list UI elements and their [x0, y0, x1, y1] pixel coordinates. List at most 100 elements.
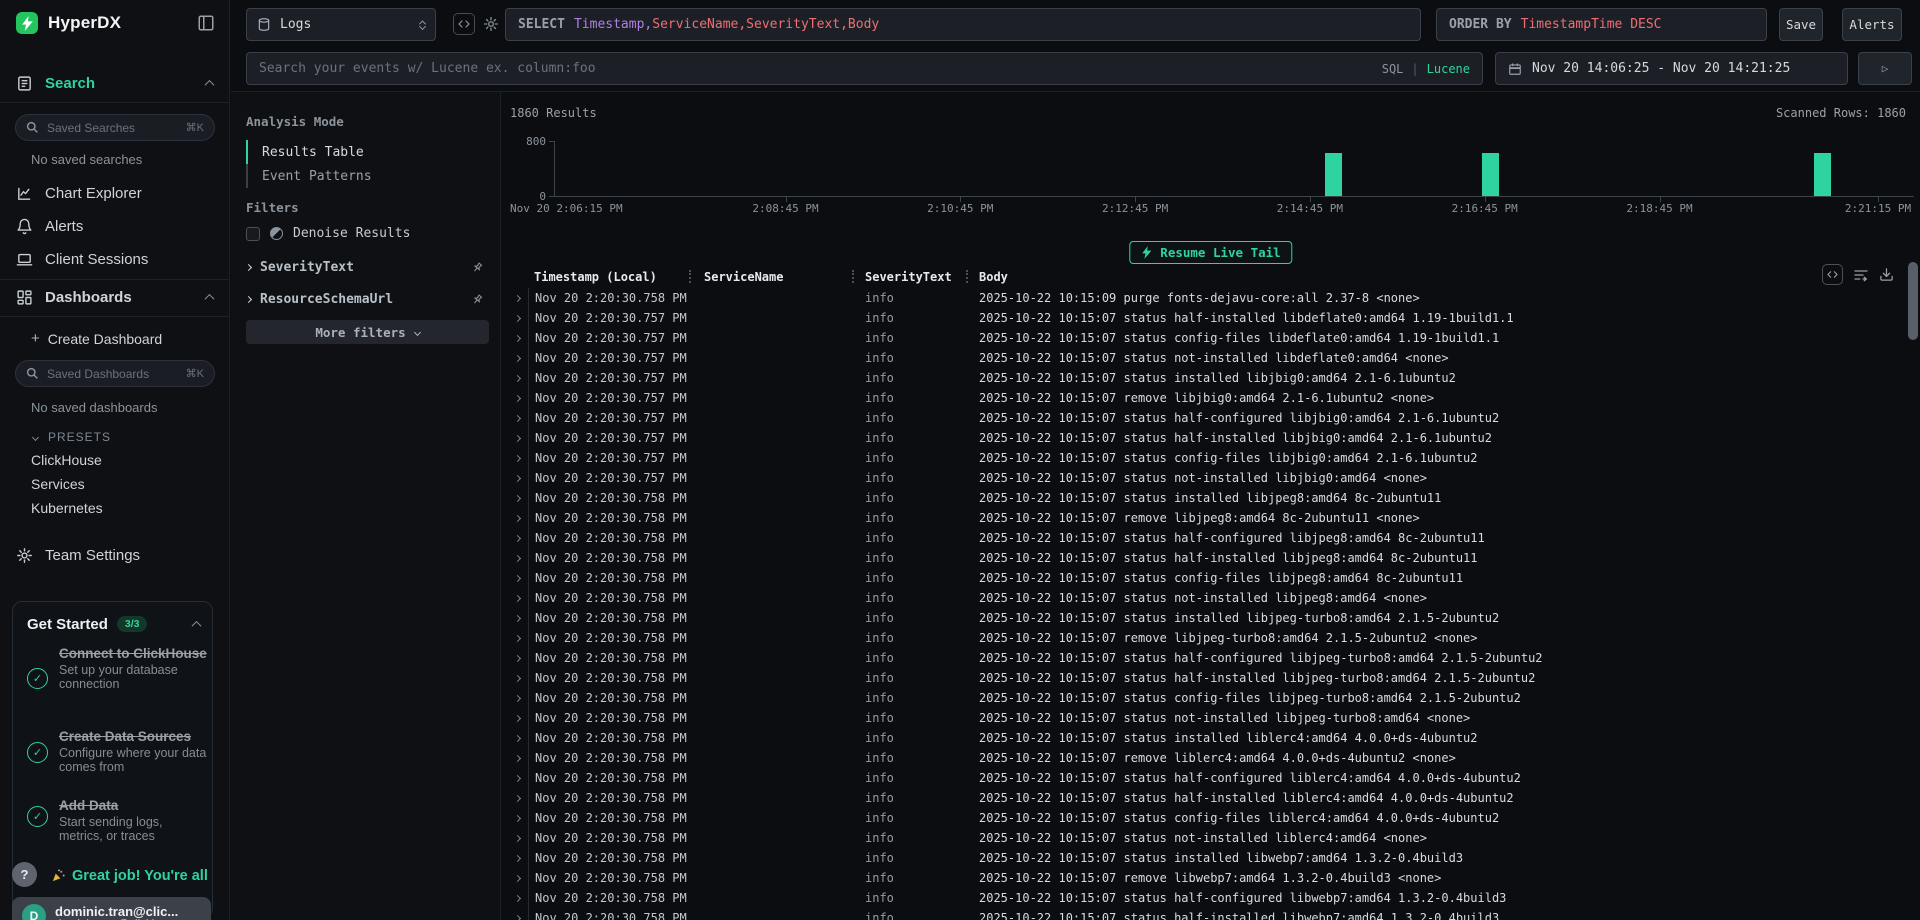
sidebar-item-client-sessions[interactable]: Client Sessions: [0, 246, 229, 272]
preset-item[interactable]: Services: [0, 472, 229, 496]
sql-toggle[interactable]: SQL: [1382, 62, 1404, 76]
table-row[interactable]: Nov 20 2:20:30.757 PMinfo2025-10-22 10:1…: [506, 468, 1920, 488]
table-row[interactable]: Nov 20 2:20:30.758 PMinfo2025-10-22 10:1…: [506, 768, 1920, 788]
order-by-input[interactable]: ORDER BY TimestampTime DESC: [1436, 8, 1767, 41]
denoise-checkbox[interactable]: [246, 227, 260, 241]
expand-row-icon[interactable]: [506, 656, 528, 661]
pin-icon[interactable]: [471, 293, 484, 306]
expand-row-icon[interactable]: [506, 316, 528, 321]
saved-dashboards-input[interactable]: Saved Dashboards ⌘K: [15, 360, 215, 387]
table-row[interactable]: Nov 20 2:20:30.758 PMinfo2025-10-22 10:1…: [506, 568, 1920, 588]
pin-icon[interactable]: [471, 261, 484, 274]
table-row[interactable]: Nov 20 2:20:30.758 PMinfo2025-10-22 10:1…: [506, 788, 1920, 808]
column-header-severitytext[interactable]: SeverityText: [854, 266, 968, 287]
sidebar-item-alerts[interactable]: Alerts: [0, 213, 229, 239]
chevron-up-icon[interactable]: [206, 288, 213, 306]
expand-row-icon[interactable]: [506, 496, 528, 501]
table-row[interactable]: Nov 20 2:20:30.757 PMinfo2025-10-22 10:1…: [506, 388, 1920, 408]
expand-row-icon[interactable]: [506, 516, 528, 521]
source-select[interactable]: Logs: [246, 8, 436, 41]
query-settings-icon[interactable]: [483, 16, 499, 32]
table-row[interactable]: Nov 20 2:20:30.758 PMinfo2025-10-22 10:1…: [506, 528, 1920, 548]
expand-row-icon[interactable]: [506, 456, 528, 461]
expand-row-icon[interactable]: [506, 536, 528, 541]
expand-row-icon[interactable]: [506, 356, 528, 361]
table-row[interactable]: Nov 20 2:20:30.757 PMinfo2025-10-22 10:1…: [506, 308, 1920, 328]
table-row[interactable]: Nov 20 2:20:30.758 PMinfo2025-10-22 10:1…: [506, 908, 1920, 920]
expand-row-icon[interactable]: [506, 696, 528, 701]
preset-item[interactable]: Kubernetes: [0, 496, 229, 520]
help-button[interactable]: ?: [12, 862, 37, 887]
select-clause-input[interactable]: SELECTTimestamp,ServiceName,SeverityText…: [505, 8, 1421, 41]
table-row[interactable]: Nov 20 2:20:30.758 PMinfo2025-10-22 10:1…: [506, 488, 1920, 508]
sidebar-item-chart-explorer[interactable]: Chart Explorer: [0, 180, 229, 206]
expand-row-icon[interactable]: [506, 896, 528, 901]
presets-toggle[interactable]: PRESETS: [33, 430, 111, 444]
expand-row-icon[interactable]: [506, 336, 528, 341]
expand-row-icon[interactable]: [506, 856, 528, 861]
alerts-button[interactable]: Alerts: [1842, 8, 1902, 41]
table-row[interactable]: Nov 20 2:20:30.757 PMinfo2025-10-22 10:1…: [506, 408, 1920, 428]
table-row[interactable]: Nov 20 2:20:30.757 PMinfo2025-10-22 10:1…: [506, 448, 1920, 468]
vertical-scrollbar[interactable]: [1908, 262, 1918, 340]
histogram-bar[interactable]: [1325, 153, 1342, 196]
expand-row-icon[interactable]: [506, 396, 528, 401]
filter-group-severitytext[interactable]: SeverityText: [246, 254, 484, 280]
table-row[interactable]: Nov 20 2:20:30.757 PMinfo2025-10-22 10:1…: [506, 368, 1920, 388]
table-row[interactable]: Nov 20 2:20:30.758 PMinfo2025-10-22 10:1…: [506, 688, 1920, 708]
table-row[interactable]: Nov 20 2:20:30.758 PMinfo2025-10-22 10:1…: [506, 748, 1920, 768]
expand-row-icon[interactable]: [506, 436, 528, 441]
table-row[interactable]: Nov 20 2:20:30.758 PMinfo2025-10-22 10:1…: [506, 508, 1920, 528]
table-row[interactable]: Nov 20 2:20:30.758 PMinfo2025-10-22 10:1…: [506, 628, 1920, 648]
table-row[interactable]: Nov 20 2:20:30.757 PMinfo2025-10-22 10:1…: [506, 348, 1920, 368]
expand-row-icon[interactable]: [506, 916, 528, 920]
user-menu[interactable]: D dominic.tran@clic... dominic.tran@clic…: [12, 897, 211, 920]
preset-item[interactable]: ClickHouse: [0, 448, 229, 472]
table-row[interactable]: Nov 20 2:20:30.758 PMinfo2025-10-22 10:1…: [506, 288, 1920, 308]
expand-row-icon[interactable]: [506, 476, 528, 481]
table-row[interactable]: Nov 20 2:20:30.758 PMinfo2025-10-22 10:1…: [506, 548, 1920, 568]
save-button[interactable]: Save: [1779, 8, 1823, 41]
filter-group-resourceschemaurl[interactable]: ResourceSchemaUrl: [246, 286, 484, 312]
expand-row-icon[interactable]: [506, 876, 528, 881]
lucene-toggle[interactable]: Lucene: [1427, 62, 1470, 76]
table-row[interactable]: Nov 20 2:20:30.757 PMinfo2025-10-22 10:1…: [506, 428, 1920, 448]
histogram-bar[interactable]: [1814, 153, 1831, 196]
expand-row-icon[interactable]: [506, 816, 528, 821]
analysis-mode-results-table[interactable]: Results Table: [246, 140, 466, 164]
table-row[interactable]: Nov 20 2:20:30.758 PMinfo2025-10-22 10:1…: [506, 648, 1920, 668]
expand-row-icon[interactable]: [506, 296, 528, 301]
table-row[interactable]: Nov 20 2:20:30.758 PMinfo2025-10-22 10:1…: [506, 708, 1920, 728]
analysis-mode-event-patterns[interactable]: Event Patterns: [246, 164, 466, 188]
table-row[interactable]: Nov 20 2:20:30.758 PMinfo2025-10-22 10:1…: [506, 668, 1920, 688]
expand-row-icon[interactable]: [506, 676, 528, 681]
chevron-up-icon[interactable]: [206, 74, 213, 92]
expand-row-icon[interactable]: [506, 796, 528, 801]
chevron-up-icon[interactable]: [193, 615, 200, 633]
sidebar-item-dashboards[interactable]: Dashboards: [0, 282, 229, 312]
expand-row-icon[interactable]: [506, 736, 528, 741]
table-row[interactable]: Nov 20 2:20:30.758 PMinfo2025-10-22 10:1…: [506, 728, 1920, 748]
table-row[interactable]: Nov 20 2:20:30.758 PMinfo2025-10-22 10:1…: [506, 808, 1920, 828]
get-started-header[interactable]: Get Started 3/3: [27, 615, 200, 633]
table-row[interactable]: Nov 20 2:20:30.757 PMinfo2025-10-22 10:1…: [506, 328, 1920, 348]
date-range-picker[interactable]: Nov 20 14:06:25 - Nov 20 14:21:25: [1495, 52, 1848, 85]
table-row[interactable]: Nov 20 2:20:30.758 PMinfo2025-10-22 10:1…: [506, 868, 1920, 888]
column-header-timestamp[interactable]: Timestamp (Local): [528, 266, 691, 287]
run-query-button[interactable]: ▷: [1858, 52, 1912, 85]
histogram-bar[interactable]: [1482, 153, 1499, 196]
expand-row-icon[interactable]: [506, 636, 528, 641]
expand-row-icon[interactable]: [506, 776, 528, 781]
sql-mode-toggle-icon[interactable]: [453, 13, 475, 35]
denoise-results-toggle[interactable]: Denoise Results: [246, 226, 410, 241]
resume-live-tail-button[interactable]: Resume Live Tail: [1129, 241, 1292, 264]
expand-row-icon[interactable]: [506, 576, 528, 581]
expand-row-icon[interactable]: [506, 716, 528, 721]
expand-row-icon[interactable]: [506, 616, 528, 621]
table-row[interactable]: Nov 20 2:20:30.758 PMinfo2025-10-22 10:1…: [506, 608, 1920, 628]
table-row[interactable]: Nov 20 2:20:30.758 PMinfo2025-10-22 10:1…: [506, 848, 1920, 868]
expand-row-icon[interactable]: [506, 756, 528, 761]
search-input[interactable]: Search your events w/ Lucene ex. column:…: [246, 52, 1483, 85]
expand-row-icon[interactable]: [506, 416, 528, 421]
saved-searches-input[interactable]: Saved Searches ⌘K: [15, 114, 215, 141]
